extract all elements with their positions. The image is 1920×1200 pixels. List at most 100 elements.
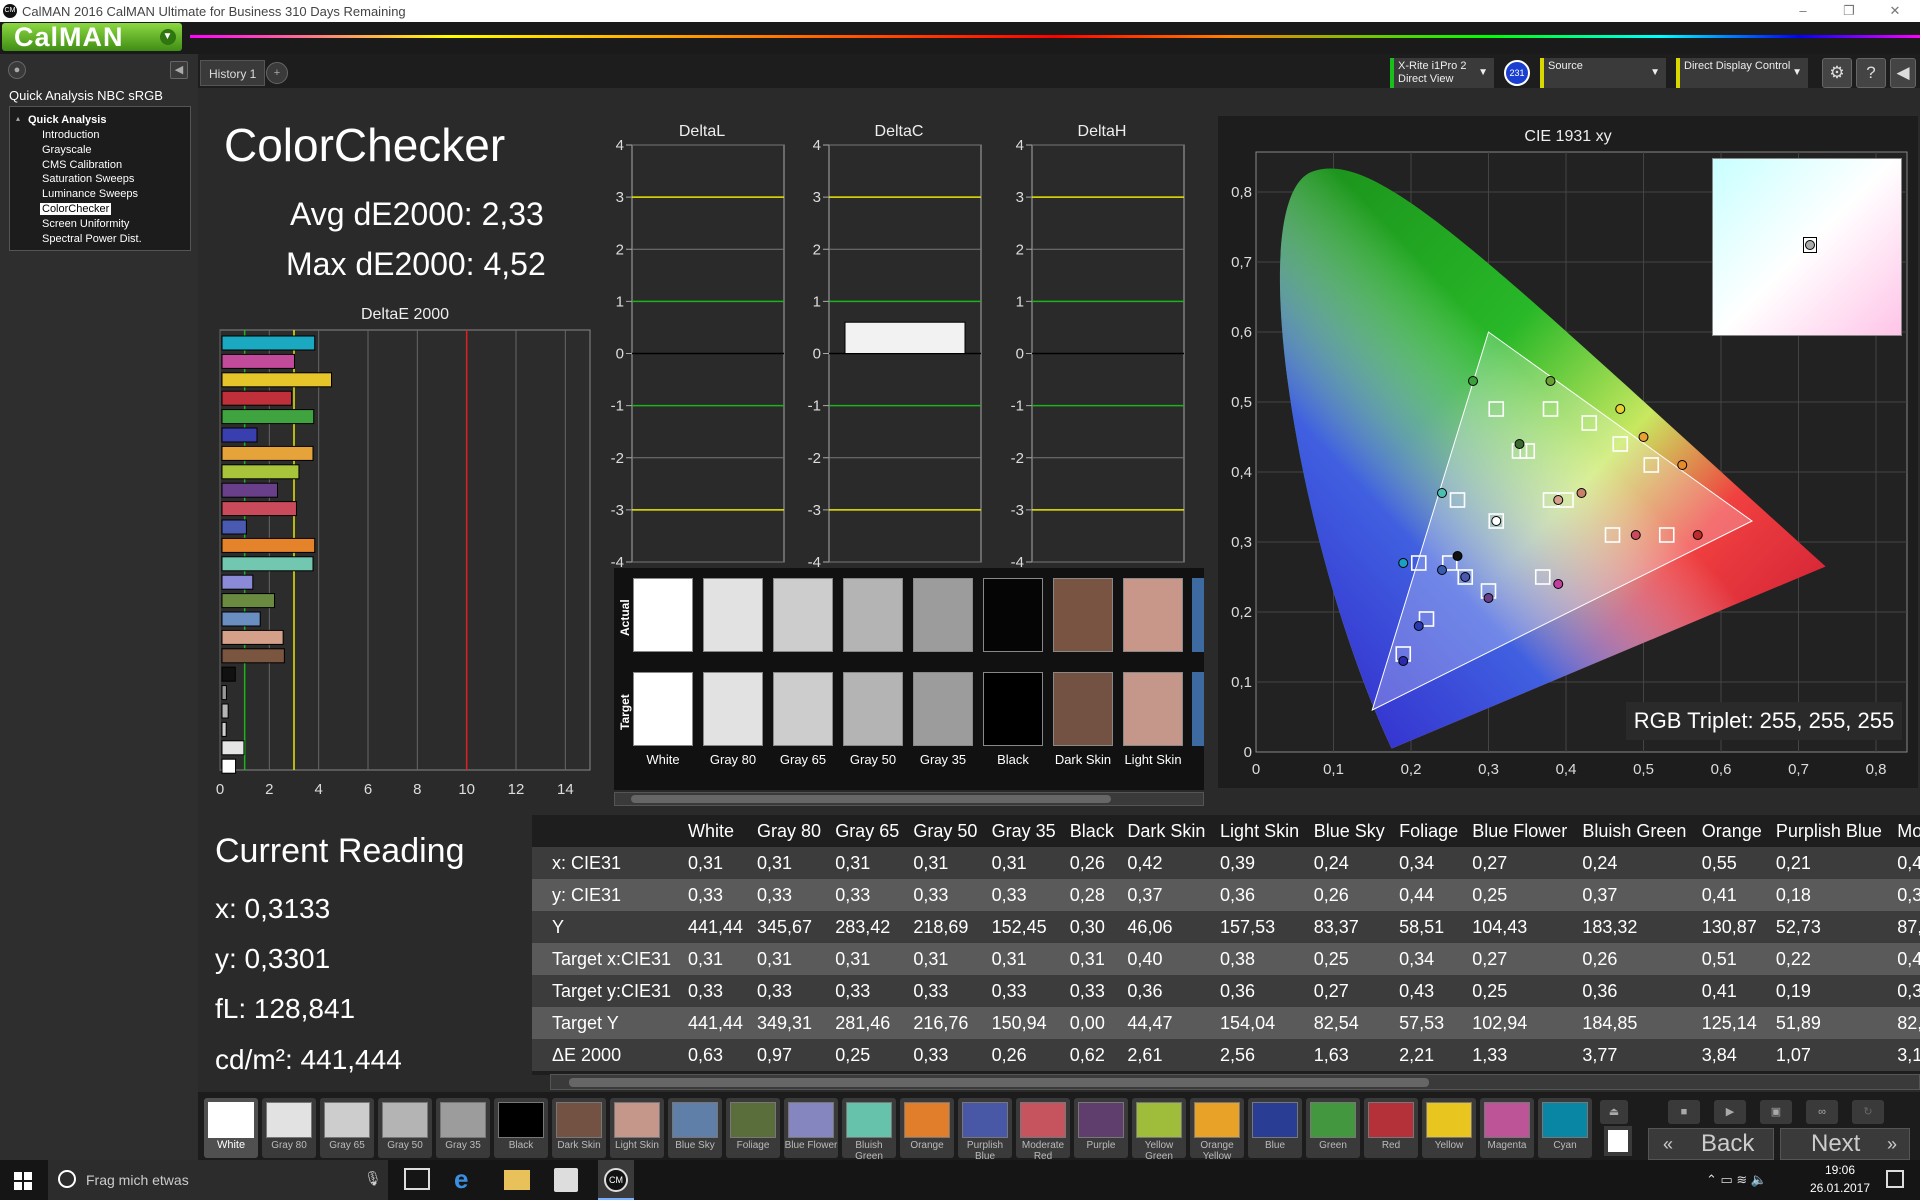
- deltae-bar[interactable]: [221, 574, 254, 590]
- measured-point[interactable]: [1483, 593, 1494, 603]
- measure-button[interactable]: [1604, 1126, 1632, 1156]
- actual-swatch[interactable]: [633, 578, 693, 652]
- table-scrollbar[interactable]: [550, 1074, 1920, 1090]
- bottom-swatch[interactable]: Blue: [1248, 1098, 1302, 1158]
- calman-menu-button[interactable]: CalMAN ▼: [2, 23, 182, 51]
- deltae-bar[interactable]: [221, 758, 237, 774]
- bottom-swatch[interactable]: Yellow Green: [1132, 1098, 1186, 1162]
- loop-icon[interactable]: ∞: [1806, 1100, 1838, 1124]
- actual-swatch[interactable]: [843, 578, 903, 652]
- tree-group-quick-analysis[interactable]: Quick Analysis: [28, 114, 106, 126]
- explorer-icon[interactable]: [504, 1170, 530, 1190]
- measured-point[interactable]: [1615, 404, 1626, 414]
- bottom-swatch[interactable]: Red: [1364, 1098, 1418, 1158]
- maximize-button[interactable]: ❐: [1826, 0, 1872, 22]
- measured-point[interactable]: [1677, 460, 1688, 470]
- minimize-button[interactable]: –: [1780, 0, 1826, 22]
- target-swatch[interactable]: [773, 672, 833, 746]
- next-button[interactable]: Next »: [1780, 1128, 1910, 1160]
- measured-point[interactable]: [1437, 565, 1447, 575]
- bottom-swatch[interactable]: Magenta: [1480, 1098, 1534, 1158]
- measured-point[interactable]: [1452, 551, 1463, 561]
- deltae-bar[interactable]: [221, 721, 227, 737]
- microphone-icon[interactable]: 🎙: [364, 1170, 382, 1187]
- measured-point[interactable]: [1553, 579, 1564, 589]
- deltae-bar[interactable]: [221, 648, 285, 664]
- deltae-bar[interactable]: [221, 427, 258, 443]
- bottom-swatch[interactable]: White: [204, 1098, 258, 1158]
- measured-point[interactable]: [1460, 572, 1471, 582]
- deltae-bar[interactable]: [221, 519, 247, 535]
- add-tab-icon[interactable]: +: [266, 62, 288, 84]
- bottom-swatch[interactable]: Blue Sky: [668, 1098, 722, 1158]
- measured-point[interactable]: [1491, 516, 1502, 526]
- nav-item-screen-uniformity[interactable]: Screen Uniformity: [42, 218, 129, 230]
- nav-item-luminance-sweeps[interactable]: Luminance Sweeps: [42, 188, 138, 200]
- bottom-swatch[interactable]: Light Skin: [610, 1098, 664, 1158]
- nav-item-introduction[interactable]: Introduction: [42, 129, 99, 141]
- save-icon[interactable]: ▣: [1760, 1100, 1792, 1124]
- deltae-bar[interactable]: [221, 501, 297, 517]
- edge-icon[interactable]: e: [454, 1164, 468, 1195]
- windows-start-icon[interactable]: [14, 1172, 32, 1190]
- bottom-swatch[interactable]: Gray 50: [378, 1098, 432, 1158]
- collapse-left-icon[interactable]: ◀: [170, 61, 188, 79]
- table-column-header[interactable]: Gray 50: [907, 815, 986, 847]
- table-column-header[interactable]: Blue Flower: [1466, 815, 1577, 847]
- taskbar-search[interactable]: Frag mich etwas 🎙: [48, 1160, 388, 1200]
- refresh-icon[interactable]: ↻: [1852, 1100, 1884, 1124]
- scrollbar-thumb[interactable]: [569, 1078, 1429, 1087]
- nav-item-spectral-power[interactable]: Spectral Power Dist.: [42, 233, 142, 245]
- stop-icon[interactable]: ■: [1668, 1100, 1700, 1124]
- actual-swatch[interactable]: [1053, 578, 1113, 652]
- bottom-swatch[interactable]: Orange: [900, 1098, 954, 1158]
- measured-point[interactable]: [1553, 495, 1564, 505]
- deltae-bar[interactable]: [221, 353, 295, 369]
- bottom-swatch[interactable]: Purplish Blue: [958, 1098, 1012, 1162]
- bottom-swatch[interactable]: Dark Skin: [552, 1098, 606, 1158]
- table-column-header[interactable]: Purplish Blue: [1769, 815, 1892, 847]
- nav-item-cms-calibration[interactable]: CMS Calibration: [42, 159, 122, 171]
- bottom-swatch[interactable]: Purple: [1074, 1098, 1128, 1158]
- deltae-bar[interactable]: [221, 445, 314, 461]
- table-column-header[interactable]: Dark Skin: [1121, 815, 1215, 847]
- table-column-header[interactable]: Moderate: [1891, 815, 1920, 847]
- table-column-header[interactable]: Gray 65: [829, 815, 908, 847]
- table-column-header[interactable]: Blue Sky: [1307, 815, 1394, 847]
- bottom-swatch[interactable]: Green: [1306, 1098, 1360, 1158]
- table-column-header[interactable]: Light Skin: [1214, 815, 1308, 847]
- nav-item-saturation-sweeps[interactable]: Saturation Sweeps: [42, 173, 134, 185]
- bottom-swatch[interactable]: Black: [494, 1098, 548, 1158]
- target-swatch[interactable]: [1053, 672, 1113, 746]
- deltae-bar[interactable]: [221, 611, 261, 627]
- back-button[interactable]: « Back: [1648, 1128, 1774, 1160]
- target-swatch[interactable]: [703, 672, 763, 746]
- bottom-swatch[interactable]: Moderate Red: [1016, 1098, 1070, 1162]
- tab-history[interactable]: History 1: [200, 60, 266, 86]
- table-column-header[interactable]: Black: [1063, 815, 1122, 847]
- table-column-header[interactable]: Orange: [1695, 815, 1770, 847]
- measured-point[interactable]: [1630, 530, 1641, 540]
- deltae-bar[interactable]: [221, 372, 332, 388]
- measured-point[interactable]: [1398, 656, 1409, 666]
- deltae-bar[interactable]: [221, 666, 236, 682]
- table-column-header[interactable]: Gray 35: [985, 815, 1064, 847]
- target-swatch[interactable]: [983, 672, 1043, 746]
- meter-badge[interactable]: 231: [1504, 60, 1530, 86]
- deltae-bar[interactable]: [221, 390, 293, 406]
- target-swatch[interactable]: [913, 672, 973, 746]
- tree-expand-icon[interactable]: ▴: [16, 114, 20, 123]
- actual-swatch[interactable]: [773, 578, 833, 652]
- measured-point[interactable]: [1437, 488, 1447, 498]
- meter-selector[interactable]: X-Rite i1Pro 2 Direct View ▼: [1390, 58, 1494, 88]
- deltae-bar[interactable]: [221, 464, 300, 480]
- play-icon[interactable]: ▶: [1714, 1100, 1746, 1124]
- gear-icon[interactable]: ⚙: [1822, 58, 1852, 88]
- measured-point[interactable]: [1413, 621, 1424, 631]
- deltae-bar[interactable]: [221, 740, 245, 756]
- eject-icon[interactable]: ⏏: [1600, 1100, 1628, 1124]
- bottom-swatch[interactable]: Bluish Green: [842, 1098, 896, 1162]
- measured-point[interactable]: [1576, 488, 1587, 498]
- nav-item-grayscale[interactable]: Grayscale: [42, 144, 92, 156]
- bottom-swatch[interactable]: Gray 35: [436, 1098, 490, 1158]
